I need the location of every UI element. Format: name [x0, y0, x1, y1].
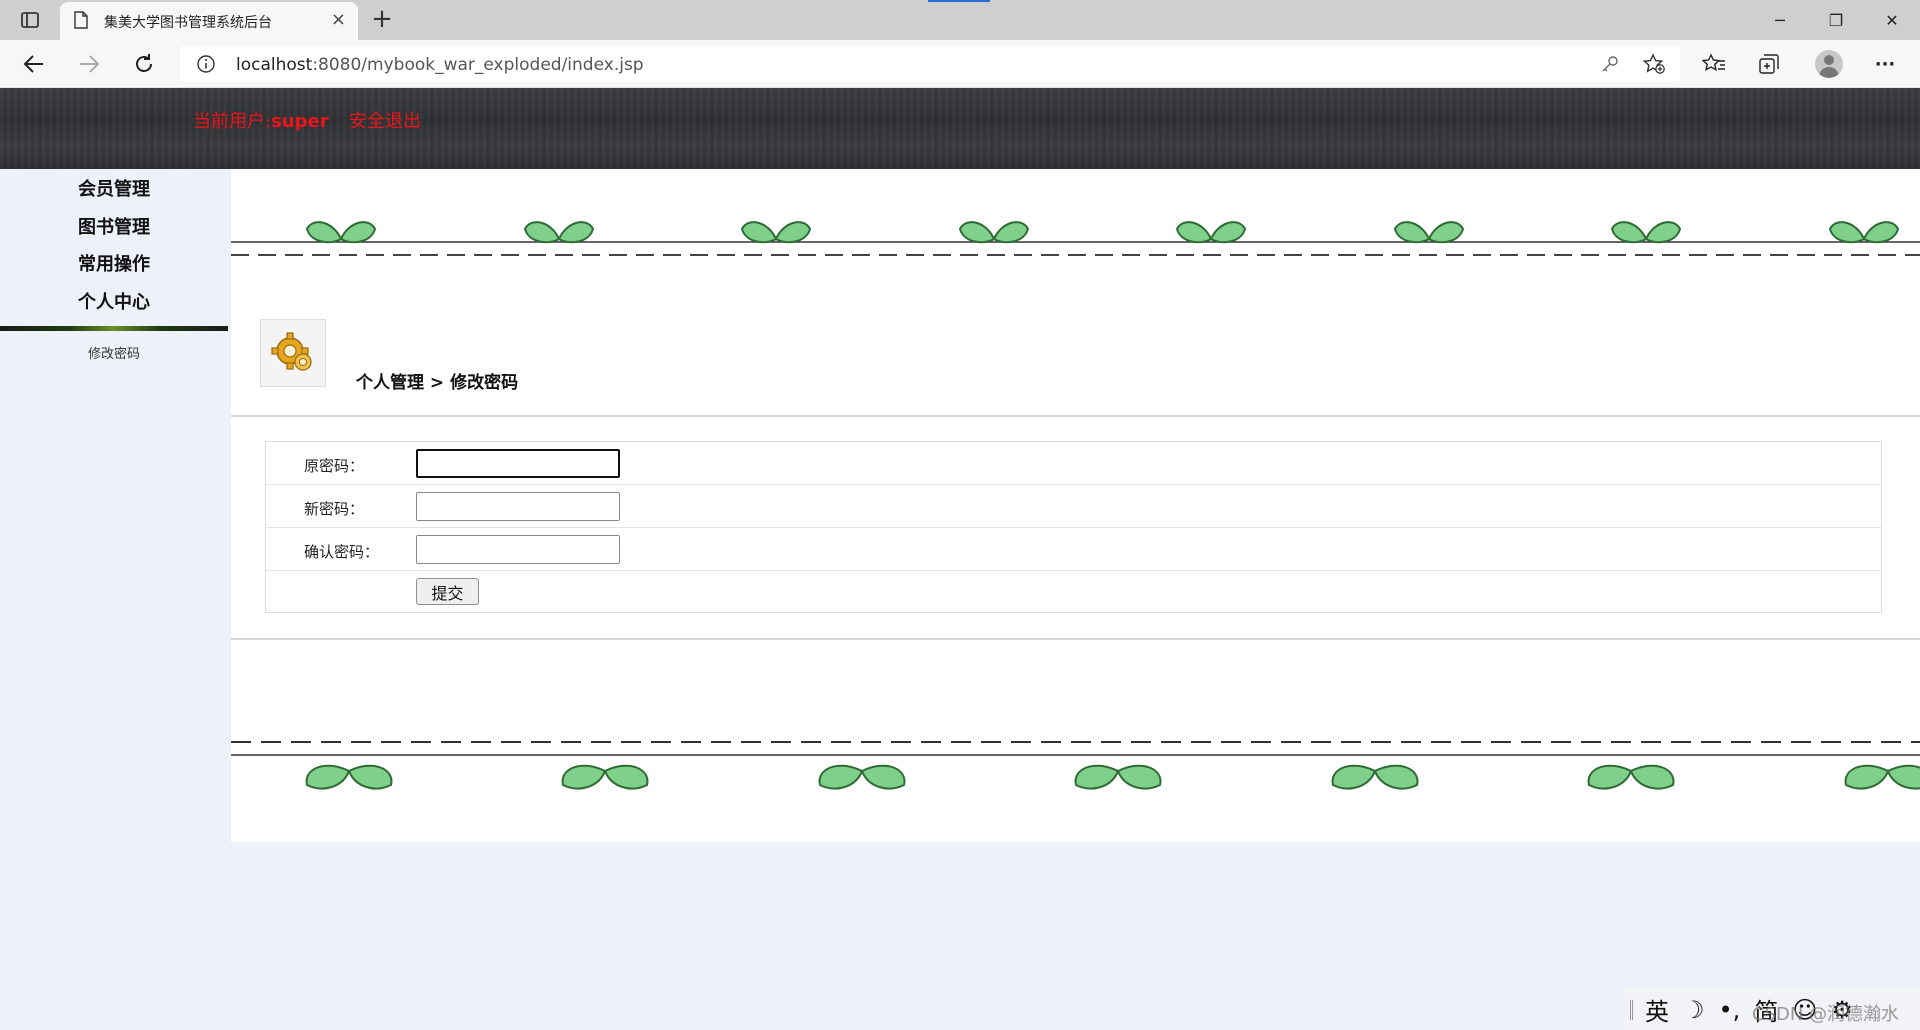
url-text: localhost:8080/mybook_war_exploded/index… [236, 55, 644, 75]
new-password-input[interactable] [416, 492, 620, 521]
page-icon [74, 11, 88, 29]
ime-english-toggle[interactable]: 英 [1645, 992, 1669, 1027]
minimize-button[interactable]: ─ [1752, 0, 1808, 40]
tab-actions-icon [21, 12, 39, 28]
profile-avatar[interactable] [1815, 50, 1843, 78]
sidebar-item-common-ops[interactable]: 常用操作 [0, 250, 228, 276]
divider [231, 415, 1920, 417]
sidebar-item-members[interactable]: 会员管理 [0, 175, 228, 201]
reload-button[interactable] [127, 48, 161, 80]
url-path: :8080/mybook_war_exploded/index.jsp [312, 55, 644, 75]
form-row-old-password: 原密码： [266, 442, 1881, 485]
forward-arrow-icon [80, 55, 100, 73]
back-button[interactable] [17, 48, 51, 80]
confirm-password-input[interactable] [416, 535, 620, 564]
confirm-password-label: 确认密码： [304, 543, 380, 561]
old-password-input[interactable] [416, 449, 620, 478]
collections-icon [1759, 54, 1779, 74]
sidebar-item-books[interactable]: 图书管理 [0, 213, 228, 239]
info-icon[interactable] [196, 54, 216, 74]
site-header: 当前用户:super 安全退出 [0, 88, 1920, 169]
sidebar: 会员管理 图书管理 常用操作 个人中心 修改密码 [0, 169, 231, 1030]
logout-link[interactable]: 安全退出 [349, 107, 421, 133]
breadcrumb: 个人管理 > 修改密码 [356, 373, 519, 393]
form-row-confirm-password: 确认密码： [266, 528, 1881, 571]
back-arrow-icon [23, 55, 43, 73]
main-content: 个人管理 > 修改密码 原密码： 新密码： 确认密码： 提交 [231, 169, 1920, 842]
browser-toolbar: localhost:8080/mybook_war_exploded/index… [0, 40, 1920, 88]
new-password-label: 新密码： [304, 500, 365, 518]
reload-icon [136, 54, 152, 72]
current-user-info: 当前用户:super [193, 107, 329, 133]
divider [231, 638, 1920, 640]
active-indicator [928, 0, 990, 2]
old-password-label: 原密码： [304, 457, 365, 475]
collections-button[interactable] [1752, 48, 1786, 80]
new-tab-button[interactable]: + [366, 4, 398, 34]
browser-tab[interactable]: 集美大学图书管理系统后台 × [60, 2, 358, 40]
sidebar-item-personal-center[interactable]: 个人中心 [0, 288, 228, 314]
url-host: localhost [236, 55, 313, 75]
tab-title: 集美大学图书管理系统后台 [104, 15, 272, 31]
window-controls: ─ ❐ ✕ [1752, 0, 1920, 40]
watermark: CSDN @润德瀚水 [1752, 1004, 1900, 1025]
restore-button[interactable]: ❐ [1808, 0, 1864, 40]
forward-button[interactable] [72, 48, 106, 80]
ime-punctuation-icon[interactable]: •, [1719, 996, 1741, 1024]
form-row-submit: 提交 [266, 571, 1881, 612]
close-tab-icon[interactable]: × [331, 10, 346, 30]
change-password-form: 原密码： 新密码： 确认密码： 提交 [265, 441, 1882, 613]
submenu-item-change-password[interactable]: 修改密码 [0, 343, 228, 362]
current-user-label: 当前用户: [193, 111, 272, 132]
submit-button[interactable]: 提交 [416, 578, 479, 605]
username: super [271, 111, 329, 132]
form-row-new-password: 新密码： [266, 485, 1881, 528]
ime-moon-icon[interactable]: ☽ [1683, 996, 1705, 1024]
ime-grip[interactable] [1630, 999, 1633, 1020]
address-bar[interactable]: localhost:8080/mybook_war_exploded/index… [180, 46, 1680, 82]
browser-tab-bar: 集美大学图书管理系统后台 × + ─ ❐ ✕ [0, 0, 1920, 40]
favorites-icon [1702, 53, 1725, 72]
add-favorite-icon[interactable] [1642, 53, 1666, 75]
menu-divider [0, 326, 228, 331]
close-window-button[interactable]: ✕ [1864, 0, 1920, 40]
tab-actions-button[interactable] [14, 8, 46, 32]
favorites-button[interactable] [1697, 48, 1731, 80]
bottom-sprout-decoration [231, 741, 1920, 790]
settings-gear-icon [260, 319, 326, 387]
key-icon[interactable] [1600, 54, 1620, 74]
more-menu-button[interactable]: ··· [1868, 48, 1902, 80]
top-sprout-decoration [231, 221, 1920, 256]
